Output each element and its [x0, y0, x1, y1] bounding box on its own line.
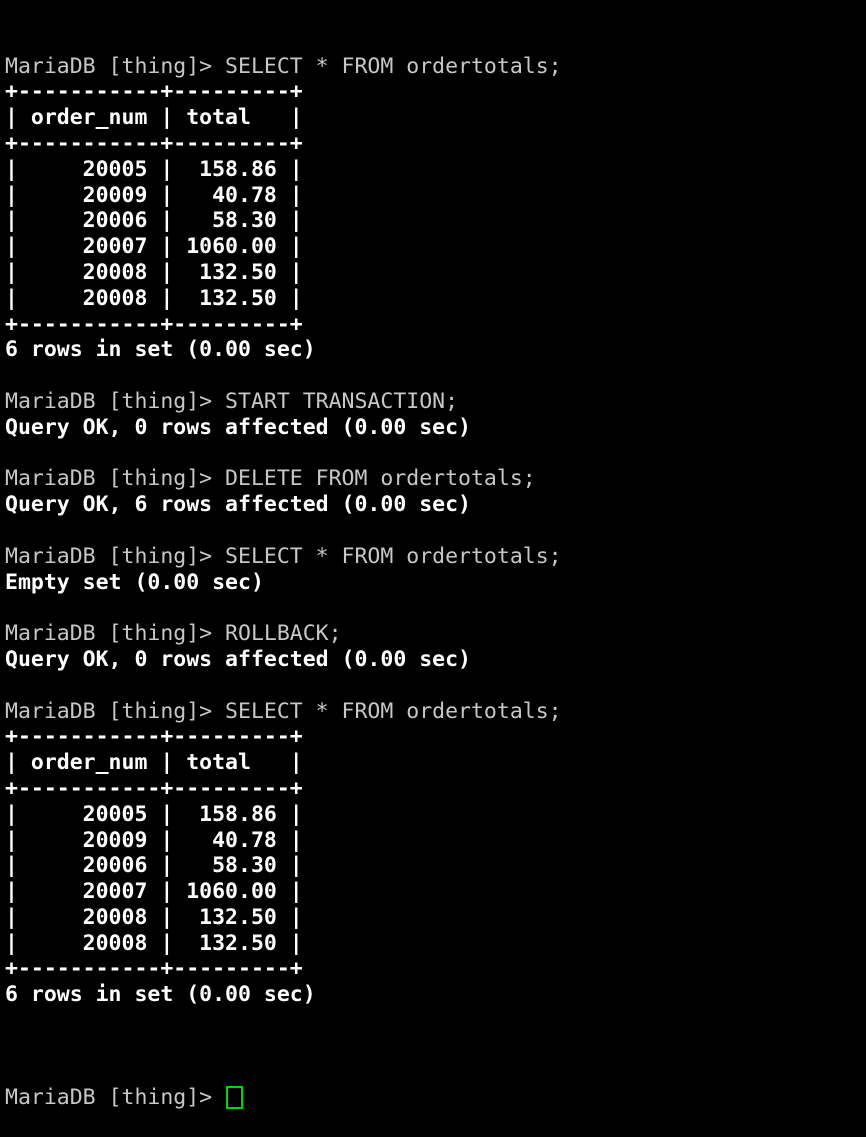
terminal-output-line: 6 rows in set (0.00 sec): [5, 982, 316, 1008]
terminal-output-line: | 20008 | 132.50 |: [5, 285, 303, 311]
terminal-output-line: +-----------+---------+: [5, 130, 303, 156]
terminal-output-line: | 20009 | 40.78 |: [5, 827, 303, 853]
terminal-output-line: +-----------+---------+: [5, 79, 303, 105]
terminal-output-line: | 20007 | 1060.00 |: [5, 234, 303, 260]
terminal-output-line: +-----------+---------+: [5, 956, 303, 982]
terminal-window[interactable]: MariaDB [thing]> SELECT * FROM ordertota…: [0, 0, 866, 1110]
terminal-output-line: +-----------+---------+: [5, 311, 303, 337]
terminal-output-line: Query OK, 0 rows affected (0.00 sec): [5, 414, 471, 440]
terminal-command-line: MariaDB [thing]> START TRANSACTION;: [5, 388, 459, 414]
terminal-output-line: | order_num | total |: [5, 105, 303, 131]
terminal-output-line: +-----------+---------+: [5, 724, 303, 750]
terminal-output-line: Query OK, 0 rows affected (0.00 sec): [5, 646, 471, 672]
terminal-output-line: | 20006 | 58.30 |: [5, 208, 303, 234]
terminal-output-line: | 20008 | 132.50 |: [5, 930, 303, 956]
terminal-output-line: | 20008 | 132.50 |: [5, 904, 303, 930]
terminal-output-line: 6 rows in set (0.00 sec): [5, 337, 316, 363]
terminal-output-line: | 20006 | 58.30 |: [5, 853, 303, 879]
prompt-label: MariaDB [thing]>: [5, 1085, 226, 1111]
terminal-command-line: MariaDB [thing]> SELECT * FROM ordertota…: [5, 543, 562, 569]
terminal-output-line: +-----------+---------+: [5, 775, 303, 801]
terminal-command-line: MariaDB [thing]> DELETE FROM ordertotals…: [5, 466, 536, 492]
terminal-output-line: | 20009 | 40.78 |: [5, 182, 303, 208]
terminal-command-line: MariaDB [thing]> SELECT * FROM ordertota…: [5, 698, 562, 724]
terminal-output-line: | 20005 | 158.86 |: [5, 801, 303, 827]
terminal-output-line: Query OK, 6 rows affected (0.00 sec): [5, 492, 471, 518]
terminal-output-line: | order_num | total |: [5, 750, 303, 776]
terminal-output-line: | 20005 | 158.86 |: [5, 156, 303, 182]
terminal-command-line: MariaDB [thing]> SELECT * FROM ordertota…: [5, 53, 562, 79]
terminal-output-line: Empty set (0.00 sec): [5, 569, 264, 595]
terminal-active-prompt-line[interactable]: MariaDB [thing]>: [5, 1085, 866, 1111]
terminal-output-line: | 20007 | 1060.00 |: [5, 879, 303, 905]
terminal-command-line: MariaDB [thing]> ROLLBACK;: [5, 621, 342, 647]
terminal-scrollback: MariaDB [thing]> SELECT * FROM ordertota…: [5, 54, 866, 1034]
terminal-output-line: | 20008 | 132.50 |: [5, 259, 303, 285]
text-cursor: [226, 1086, 244, 1110]
